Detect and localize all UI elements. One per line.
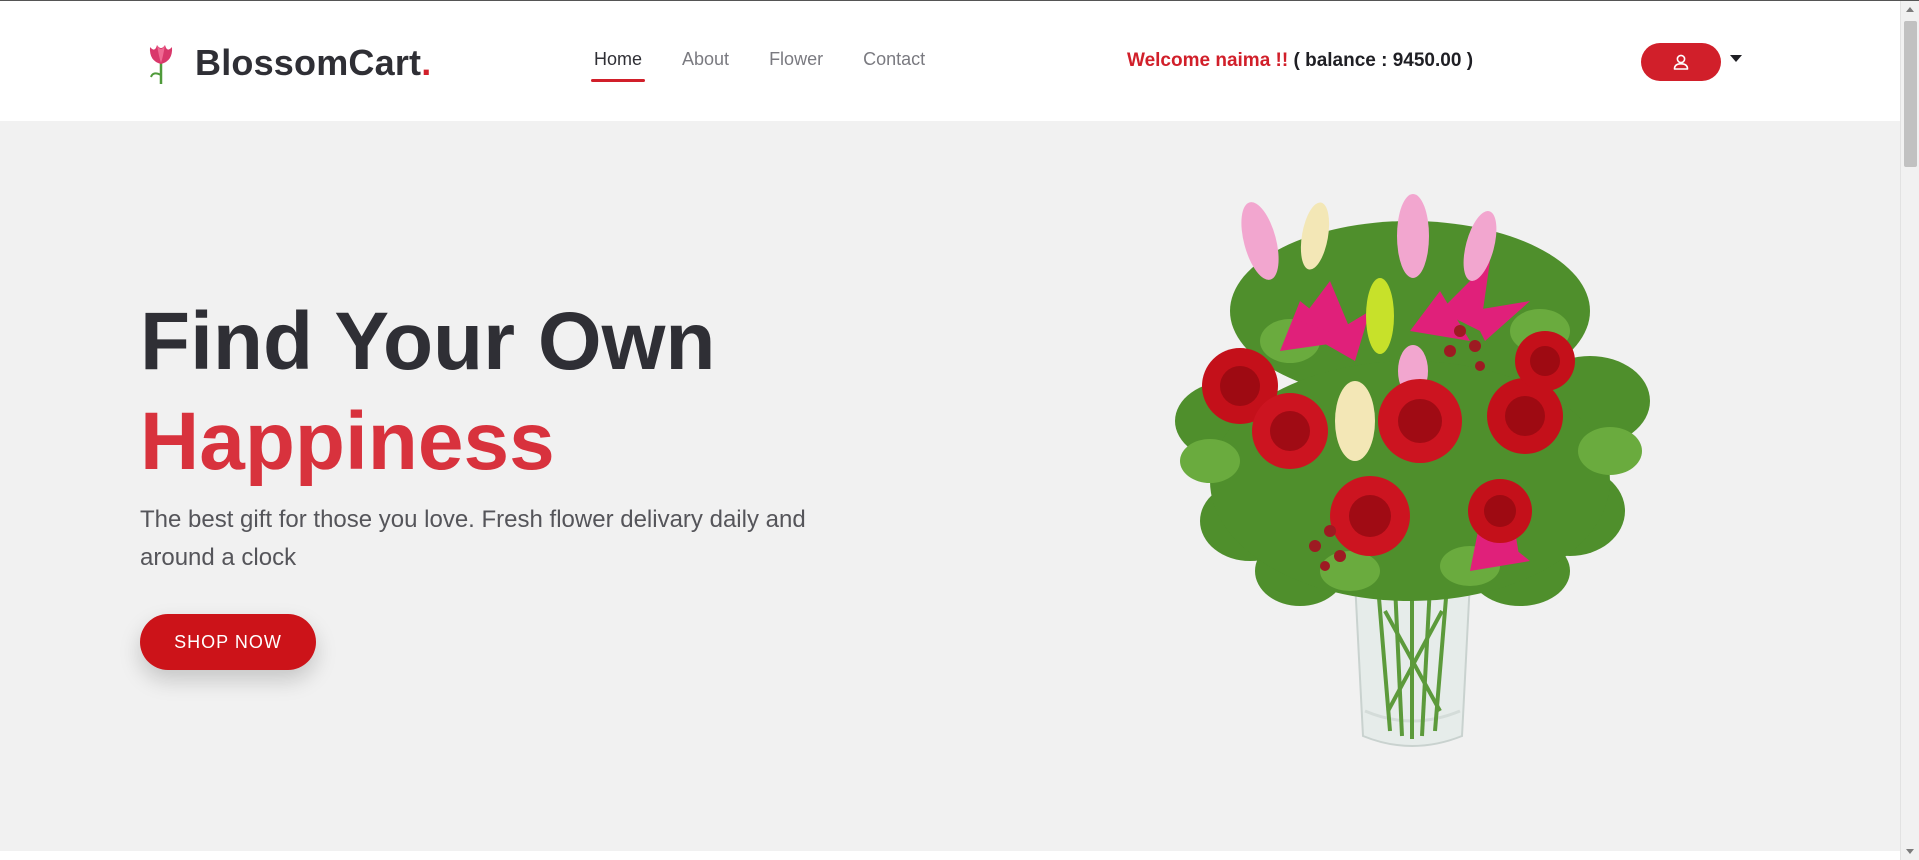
brand-logo[interactable]: BlossomCart. [143, 41, 431, 85]
shop-now-button[interactable]: SHOP NOW [140, 614, 316, 670]
nav-contact[interactable]: Contact [863, 49, 925, 70]
welcome-text: Welcome naima !! [1127, 50, 1289, 71]
nav-flower[interactable]: Flower [769, 49, 823, 70]
flower-bouquet-image [1175, 194, 1650, 747]
scroll-up-arrow-icon[interactable] [1906, 7, 1914, 12]
balance-text: ( balance : 9450.00 ) [1293, 50, 1474, 71]
hero-section: Find Your Own Happiness The best gift fo… [0, 121, 1900, 851]
hero-title: Find Your Own [140, 296, 716, 387]
user-icon [1673, 54, 1689, 70]
page-scrollbar[interactable] [1900, 1, 1919, 860]
site-header: BlossomCart. Home About Flower Contact W… [0, 1, 1900, 121]
caret-down-icon[interactable] [1730, 55, 1742, 62]
welcome-message: Welcome naima !! ( balance : 9450.00 ) [1127, 50, 1473, 72]
nav-home[interactable]: Home [590, 49, 646, 82]
scroll-down-arrow-icon[interactable] [1906, 849, 1914, 854]
main-nav: Home About Flower Contact [590, 49, 965, 82]
brand-dot: . [421, 42, 432, 83]
brand-name: BlossomCart [195, 42, 422, 83]
hero-subtitle: The best gift for those you love. Fresh … [140, 506, 806, 571]
tulip-icon [149, 45, 173, 84]
hero-title-highlight: Happiness [140, 396, 555, 487]
user-menu-button[interactable] [1641, 43, 1721, 81]
nav-about[interactable]: About [682, 49, 729, 70]
scrollbar-thumb[interactable] [1904, 21, 1917, 167]
